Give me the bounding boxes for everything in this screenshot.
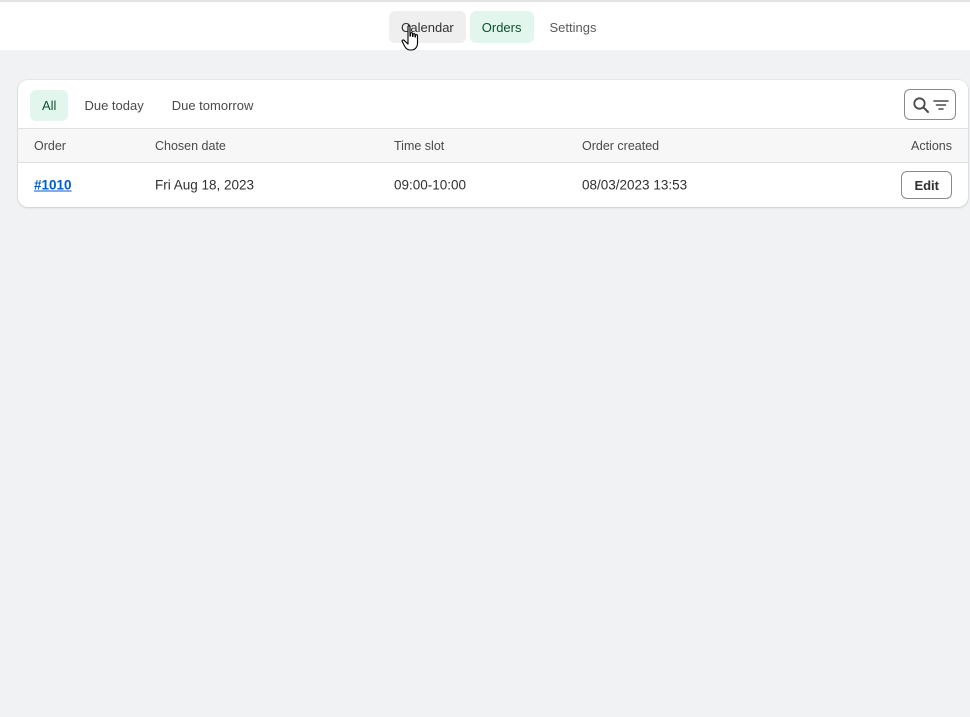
time-slot-cell: 09:00-10:00 <box>394 177 467 193</box>
filter-icon <box>932 99 949 110</box>
search-icon <box>912 96 929 113</box>
filter-tab-due-tomorrow[interactable]: Due tomorrow <box>160 90 266 121</box>
filter-tab-due-today[interactable]: Due today <box>72 90 155 121</box>
orders-card: All Due today Due tomorrow Order Chosen … <box>18 80 968 207</box>
table-row: #1010 Fri Aug 18, 2023 09:00-10:00 08/03… <box>18 163 968 207</box>
top-navigation-bar: Calendar Orders Settings <box>0 0 970 51</box>
order-filter-tabs: All Due today Due tomorrow <box>30 90 265 121</box>
order-created-cell: 08/03/2023 13:53 <box>582 177 688 193</box>
tab-calendar[interactable]: Calendar <box>389 11 466 43</box>
order-number-link[interactable]: #1010 <box>34 178 72 193</box>
column-header-order: Order <box>34 138 66 153</box>
column-header-time-slot: Time slot <box>394 138 445 153</box>
edit-button[interactable]: Edit <box>901 171 952 199</box>
tab-orders[interactable]: Orders <box>469 11 534 43</box>
table-header: Order Chosen date Time slot Order create… <box>18 129 968 163</box>
filter-tab-all[interactable]: All <box>30 90 69 121</box>
top-nav-tabs: Calendar Orders Settings <box>389 11 608 43</box>
chosen-date-cell: Fri Aug 18, 2023 <box>155 177 255 193</box>
column-header-order-created: Order created <box>582 138 660 153</box>
column-header-actions: Actions <box>911 138 952 153</box>
search-filter-button[interactable] <box>904 89 956 120</box>
tab-settings[interactable]: Settings <box>538 11 609 43</box>
column-header-chosen-date: Chosen date <box>155 138 226 153</box>
